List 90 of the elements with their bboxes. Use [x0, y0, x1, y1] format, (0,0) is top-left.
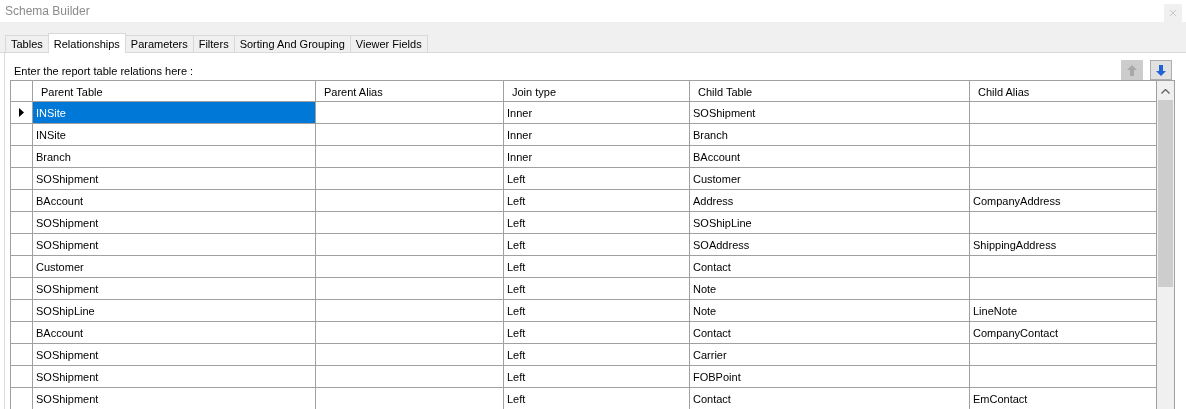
table-cell[interactable]: EmContact — [970, 388, 1157, 409]
table-cell[interactable]: Left — [504, 234, 690, 256]
scrollbar[interactable] — [1157, 81, 1174, 409]
tab[interactable]: Viewer Fields — [349, 35, 428, 52]
table-cell[interactable]: SOShipment — [33, 344, 316, 366]
table-cell[interactable]: SOShipLine — [690, 212, 970, 234]
table-cell[interactable] — [970, 124, 1157, 146]
window-title: Schema Builder — [5, 4, 90, 18]
table-cell[interactable]: Branch — [33, 146, 316, 168]
table-cell[interactable] — [316, 234, 504, 256]
table-cell[interactable] — [970, 168, 1157, 190]
instruction-text: Enter the report table relations here : — [13, 65, 194, 79]
table-cell[interactable]: SOShipment — [33, 366, 316, 388]
table-cell[interactable]: Left — [504, 300, 690, 322]
column-header[interactable]: Join type — [504, 81, 690, 102]
table-cell[interactable]: Contact — [690, 256, 970, 278]
close-icon — [1170, 10, 1176, 16]
table-cell[interactable]: SOShipment — [33, 212, 316, 234]
table-cell[interactable] — [316, 344, 504, 366]
table-cell[interactable]: BAccount — [690, 146, 970, 168]
table-cell[interactable]: Left — [504, 344, 690, 366]
table-cell[interactable] — [316, 146, 504, 168]
table-cell[interactable]: SOShipment — [33, 388, 316, 409]
table-cell[interactable] — [316, 102, 504, 124]
table-cell[interactable]: Left — [504, 168, 690, 190]
table-cell[interactable]: SOShipment — [690, 102, 970, 124]
table-cell[interactable]: INSite — [33, 102, 316, 124]
table-cell[interactable]: Branch — [690, 124, 970, 146]
table-cell[interactable]: Note — [690, 300, 970, 322]
table-cell[interactable]: CompanyContact — [970, 322, 1157, 344]
table-cell[interactable] — [316, 278, 504, 300]
table-cell[interactable]: Inner — [504, 102, 690, 124]
table-cell[interactable]: SOShipLine — [33, 300, 316, 322]
table-cell[interactable]: LineNote — [970, 300, 1157, 322]
table-cell[interactable] — [970, 278, 1157, 300]
table-cell[interactable]: ShippingAddress — [970, 234, 1157, 256]
table-cell[interactable]: CompanyAddress — [970, 190, 1157, 212]
current-row-icon — [19, 108, 24, 117]
table-cell[interactable]: Left — [504, 278, 690, 300]
table-cell[interactable]: Address — [690, 190, 970, 212]
arrow-down-icon — [1156, 64, 1166, 76]
table-cell[interactable]: SOShipment — [33, 278, 316, 300]
table-cell[interactable]: INSite — [33, 124, 316, 146]
tab[interactable]: Tables — [5, 35, 49, 52]
close-button[interactable] — [1164, 4, 1182, 22]
table-cell[interactable] — [970, 256, 1157, 278]
table-cell[interactable]: Inner — [504, 146, 690, 168]
table-cell[interactable]: Left — [504, 366, 690, 388]
table-cell[interactable]: Left — [504, 256, 690, 278]
table-cell[interactable] — [970, 212, 1157, 234]
table-cell[interactable]: Left — [504, 322, 690, 344]
scroll-up-icon — [1161, 89, 1170, 94]
table-cell[interactable] — [316, 124, 504, 146]
table-cell[interactable]: SOShipment — [33, 168, 316, 190]
table-cell[interactable] — [970, 146, 1157, 168]
table-cell[interactable] — [970, 102, 1157, 124]
table-cell[interactable] — [316, 168, 504, 190]
column-header[interactable]: Child Alias — [970, 81, 1157, 102]
table-cell[interactable] — [970, 366, 1157, 388]
table-cell[interactable]: Left — [504, 388, 690, 409]
table-cell[interactable] — [316, 366, 504, 388]
table-cell[interactable]: Customer — [690, 168, 970, 190]
table-cell[interactable]: BAccount — [33, 190, 316, 212]
table-cell[interactable] — [316, 212, 504, 234]
row-header[interactable] — [11, 102, 33, 124]
table-cell[interactable]: Contact — [690, 388, 970, 409]
table-cell[interactable]: SOAddress — [690, 234, 970, 256]
column-header[interactable]: Parent Table — [33, 81, 316, 102]
table-cell[interactable] — [316, 300, 504, 322]
table-cell[interactable]: Left — [504, 212, 690, 234]
table-cell[interactable] — [970, 344, 1157, 366]
scroll-thumb[interactable] — [1158, 100, 1173, 287]
table-cell[interactable]: Left — [504, 190, 690, 212]
arrow-up-icon — [1127, 64, 1137, 76]
table-cell[interactable]: Note — [690, 278, 970, 300]
move-down-button[interactable] — [1150, 60, 1172, 80]
table-cell[interactable]: Customer — [33, 256, 316, 278]
column-header[interactable]: Child Table — [690, 81, 970, 102]
table-cell[interactable]: Contact — [690, 322, 970, 344]
table-cell[interactable]: Carrier — [690, 344, 970, 366]
tab[interactable]: Relationships — [47, 33, 126, 53]
table-cell[interactable]: BAccount — [33, 322, 316, 344]
table-cell[interactable] — [316, 190, 504, 212]
tab[interactable]: Sorting And Grouping — [233, 35, 351, 52]
table-cell[interactable]: FOBPoint — [690, 366, 970, 388]
table-cell[interactable] — [316, 322, 504, 344]
table-cell[interactable] — [316, 256, 504, 278]
table-cell[interactable]: SOShipment — [33, 234, 316, 256]
table-cell[interactable]: Inner — [504, 124, 690, 146]
column-header[interactable]: Parent Alias — [316, 81, 504, 102]
